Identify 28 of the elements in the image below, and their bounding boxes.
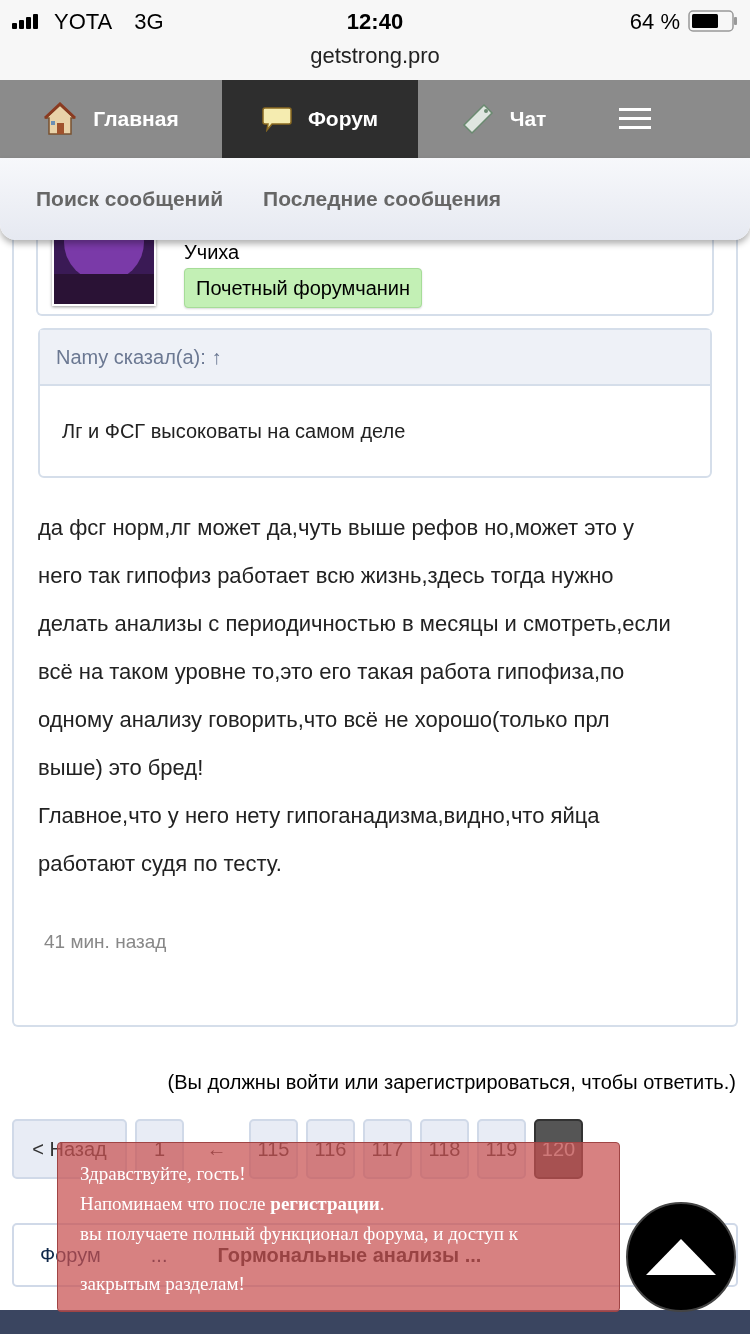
author-name[interactable]: Учиха bbox=[184, 240, 423, 264]
battery-icon bbox=[688, 10, 738, 32]
menu-icon bbox=[619, 108, 651, 130]
battery-percent: 64 % bbox=[629, 7, 680, 36]
carrier-name: YOTA bbox=[54, 7, 113, 36]
post-time: 41 мин. назад bbox=[44, 930, 167, 954]
popup-text: закрытым разделам! bbox=[80, 1273, 245, 1295]
house-icon bbox=[43, 102, 78, 136]
network-type: 3G bbox=[134, 7, 164, 36]
popup-text: Здравствуйте, гость! bbox=[80, 1163, 246, 1185]
sub-nav-link[interactable]: Поиск сообщений bbox=[36, 183, 224, 215]
popup-text: Напоминаем что после регистрации. bbox=[80, 1193, 385, 1215]
nav-tab[interactable]: Чат bbox=[418, 80, 590, 158]
user-title: Почетный форумчанин bbox=[184, 268, 423, 308]
triangle-up-icon bbox=[646, 1239, 716, 1275]
nav-tab[interactable]: Форум bbox=[222, 80, 418, 158]
post-paragraph: Главное,что у него нету гипоганадизма,видно,что яйца работают судя по тесту. bbox=[38, 802, 601, 878]
post-paragraph: да фсг норм,лг может да,чуть выше рефов но,может это у него так гипофиз работает всю жизнь,здесь тогда нужно делать анализы с периодичностью в месяцы и смотреть,если всё на таком уровне то,это его такая работа гипофиза,по одному анализу говорить,что всё не хорошо(только прл выше) это бред! bbox=[38, 514, 672, 782]
sub-nav-link[interactable]: Последние сообщения bbox=[263, 183, 502, 215]
clock: 12:40 bbox=[345, 7, 405, 36]
quote-text: Лг и ФСГ высоковаты на самом деле bbox=[62, 419, 406, 444]
nav-tab[interactable]: Главная bbox=[0, 80, 222, 158]
tag-icon bbox=[461, 103, 494, 135]
quote-author[interactable]: Namy сказал(а): ↑ bbox=[56, 342, 222, 372]
popup-text: вы получаете полный функционал форума, и доступ к bbox=[80, 1223, 518, 1245]
speech-bubble-icon bbox=[261, 106, 292, 132]
page-url[interactable]: getstrong.pro bbox=[310, 43, 440, 68]
login-note: (Вы должны войти или зарегистрироваться, чтобы ответить.) bbox=[167, 1070, 736, 1095]
